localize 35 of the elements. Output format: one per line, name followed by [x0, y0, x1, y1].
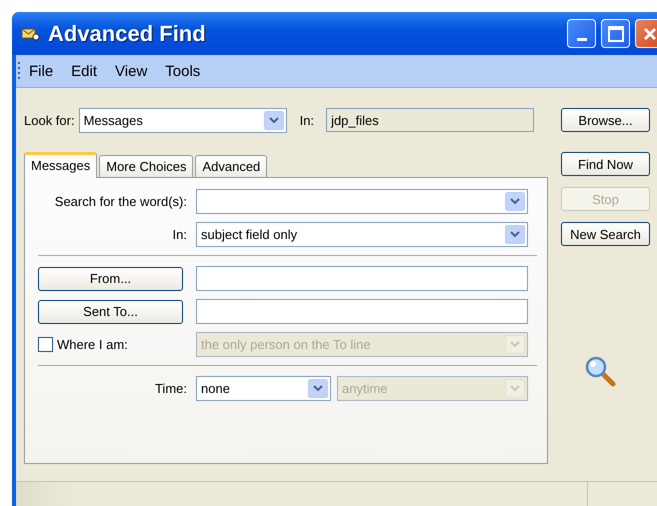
field-label: In:: [172, 227, 187, 242]
input-field[interactable]: [196, 299, 528, 324]
sent-to-button[interactable]: Sent To...: [38, 300, 183, 324]
dropdown-field[interactable]: [196, 189, 528, 214]
tab[interactable]: Messages: [24, 152, 98, 178]
menu-item[interactable]: Tools: [157, 62, 208, 80]
search-icon: [585, 356, 617, 388]
minimize-icon: [576, 38, 586, 41]
dropdown-field[interactable]: none: [196, 376, 331, 401]
field-label: Look for:: [24, 112, 75, 128]
tab[interactable]: More Choices: [99, 155, 194, 177]
action-button[interactable]: New Search: [561, 222, 650, 246]
grip-icon: [18, 61, 21, 81]
maximize-button[interactable]: [601, 19, 630, 48]
field-label: Time:: [154, 381, 187, 396]
input-field[interactable]: [196, 266, 528, 291]
window-title: Advanced Find: [48, 20, 207, 46]
from-button[interactable]: From...: [38, 266, 183, 290]
field-label: In:: [300, 112, 314, 128]
menu-item[interactable]: File: [21, 62, 62, 80]
minimize-button[interactable]: [567, 19, 596, 48]
browse-button[interactable]: Browse...: [561, 108, 650, 132]
dropdown-field[interactable]: Messages: [78, 108, 287, 132]
tab[interactable]: Advanced: [195, 155, 268, 177]
checkbox-label: Where I am:: [57, 337, 128, 352]
close-button[interactable]: [635, 19, 657, 48]
menu-item[interactable]: Edit: [63, 62, 106, 80]
menu-item[interactable]: View: [107, 62, 156, 80]
field-label: Search for the word(s):: [54, 194, 187, 209]
folder-field: jdp_files: [326, 108, 534, 132]
dropdown-field[interactable]: subject field only: [196, 222, 528, 247]
maximize-icon: [608, 26, 624, 42]
action-button[interactable]: Find Now: [561, 152, 650, 176]
envelope-icon: [20, 26, 40, 42]
close-icon: [642, 26, 656, 40]
